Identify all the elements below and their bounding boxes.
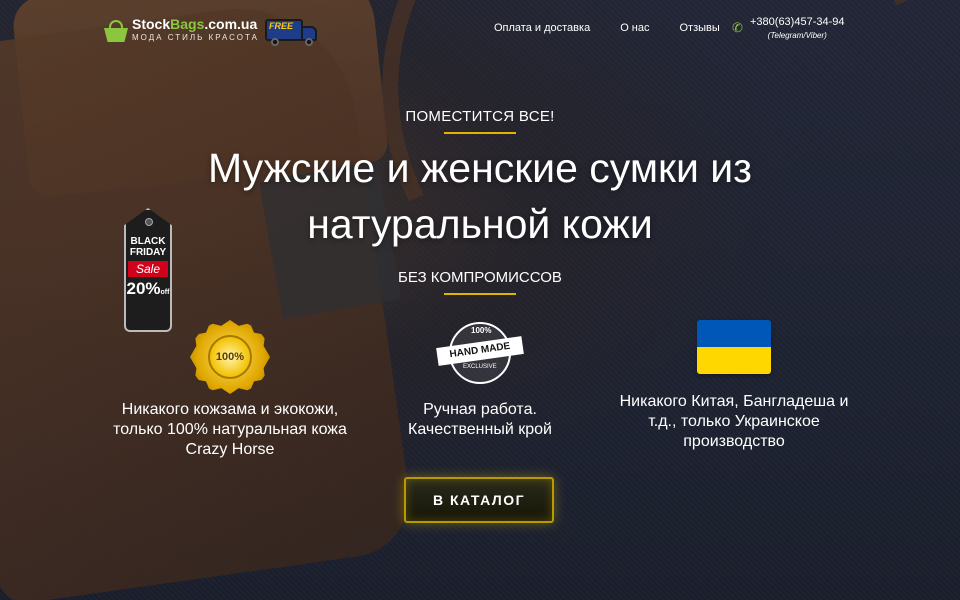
logo-name: StockBags.com.ua bbox=[132, 16, 258, 32]
feature-text: Никакого Китая, Бангладеша и т.д., тольк… bbox=[619, 393, 849, 450]
feature-text: Ручная работа. Качественный крой bbox=[408, 401, 552, 438]
free-delivery-label: FREE bbox=[268, 21, 293, 31]
promo-off: off bbox=[160, 289, 170, 296]
phone-number[interactable]: +380(63)457-34-94 bbox=[750, 16, 845, 28]
feature-hand-made: 100% HAND MADE EXCLUSIVE Ручная работа. … bbox=[380, 320, 580, 440]
shopping-basket-icon bbox=[104, 20, 128, 42]
stamp-percent: 100% bbox=[471, 326, 492, 335]
contact-phone[interactable]: ✆ +380(63)457-34-94 (Telegram/Viber) bbox=[732, 16, 845, 40]
promo-line-1: BLACK bbox=[130, 236, 166, 247]
catalog-button[interactable]: В КАТАЛОГ bbox=[404, 477, 554, 523]
phone-icon: ✆ bbox=[732, 20, 743, 35]
nav-reviews[interactable]: Отзывы bbox=[680, 22, 720, 34]
main-nav: Оплата и доставка О нас Отзывы bbox=[494, 22, 720, 34]
genuine-leather-seal-icon: 100% bbox=[190, 320, 270, 394]
hand-made-stamp-icon: 100% HAND MADE EXCLUSIVE bbox=[436, 320, 524, 394]
black-friday-tag[interactable]: BLACK FRIDAY Sale 20%off bbox=[124, 208, 172, 332]
hero-kicker: ПОМЕСТИТСЯ ВСЕ! bbox=[405, 108, 555, 125]
nav-payment-delivery[interactable]: Оплата и доставка bbox=[494, 22, 590, 34]
nav-about[interactable]: О нас bbox=[620, 22, 649, 34]
logo-text: StockBags.com.ua МОДА СТИЛЬ КРАСОТА bbox=[132, 16, 259, 42]
subtitle-underline bbox=[444, 293, 516, 295]
hero-section: StockBags.com.ua МОДА СТИЛЬ КРАСОТА FREE… bbox=[0, 0, 960, 600]
ukraine-flag-icon bbox=[697, 320, 771, 374]
feature-genuine-leather: 100% Никакого кожзама и экокожи, только … bbox=[100, 320, 360, 460]
seal-percent: 100% bbox=[208, 335, 252, 379]
phone-messengers-note: (Telegram/Viber) bbox=[767, 31, 827, 40]
promo-line-2: FRIDAY bbox=[129, 247, 167, 258]
title-line-2: натуральной кожи bbox=[307, 201, 653, 247]
stamp-exclusive: EXCLUSIVE bbox=[463, 364, 497, 370]
site-logo[interactable]: StockBags.com.ua МОДА СТИЛЬ КРАСОТА FREE bbox=[104, 16, 319, 46]
free-delivery-truck-icon: FREE bbox=[264, 16, 319, 46]
logo-tagline: МОДА СТИЛЬ КРАСОТА bbox=[132, 33, 259, 42]
kicker-underline bbox=[444, 132, 516, 134]
promo-sale: Sale bbox=[128, 261, 168, 277]
feature-text: Никакого кожзама и экокожи, только 100% … bbox=[113, 401, 347, 458]
tag-hole-icon bbox=[145, 218, 153, 226]
feature-made-in-ukraine: Никакого Китая, Бангладеша и т.д., тольк… bbox=[604, 320, 864, 452]
promo-percent: 20%off bbox=[126, 279, 170, 298]
title-line-1: Мужские и женские сумки из bbox=[208, 145, 752, 191]
